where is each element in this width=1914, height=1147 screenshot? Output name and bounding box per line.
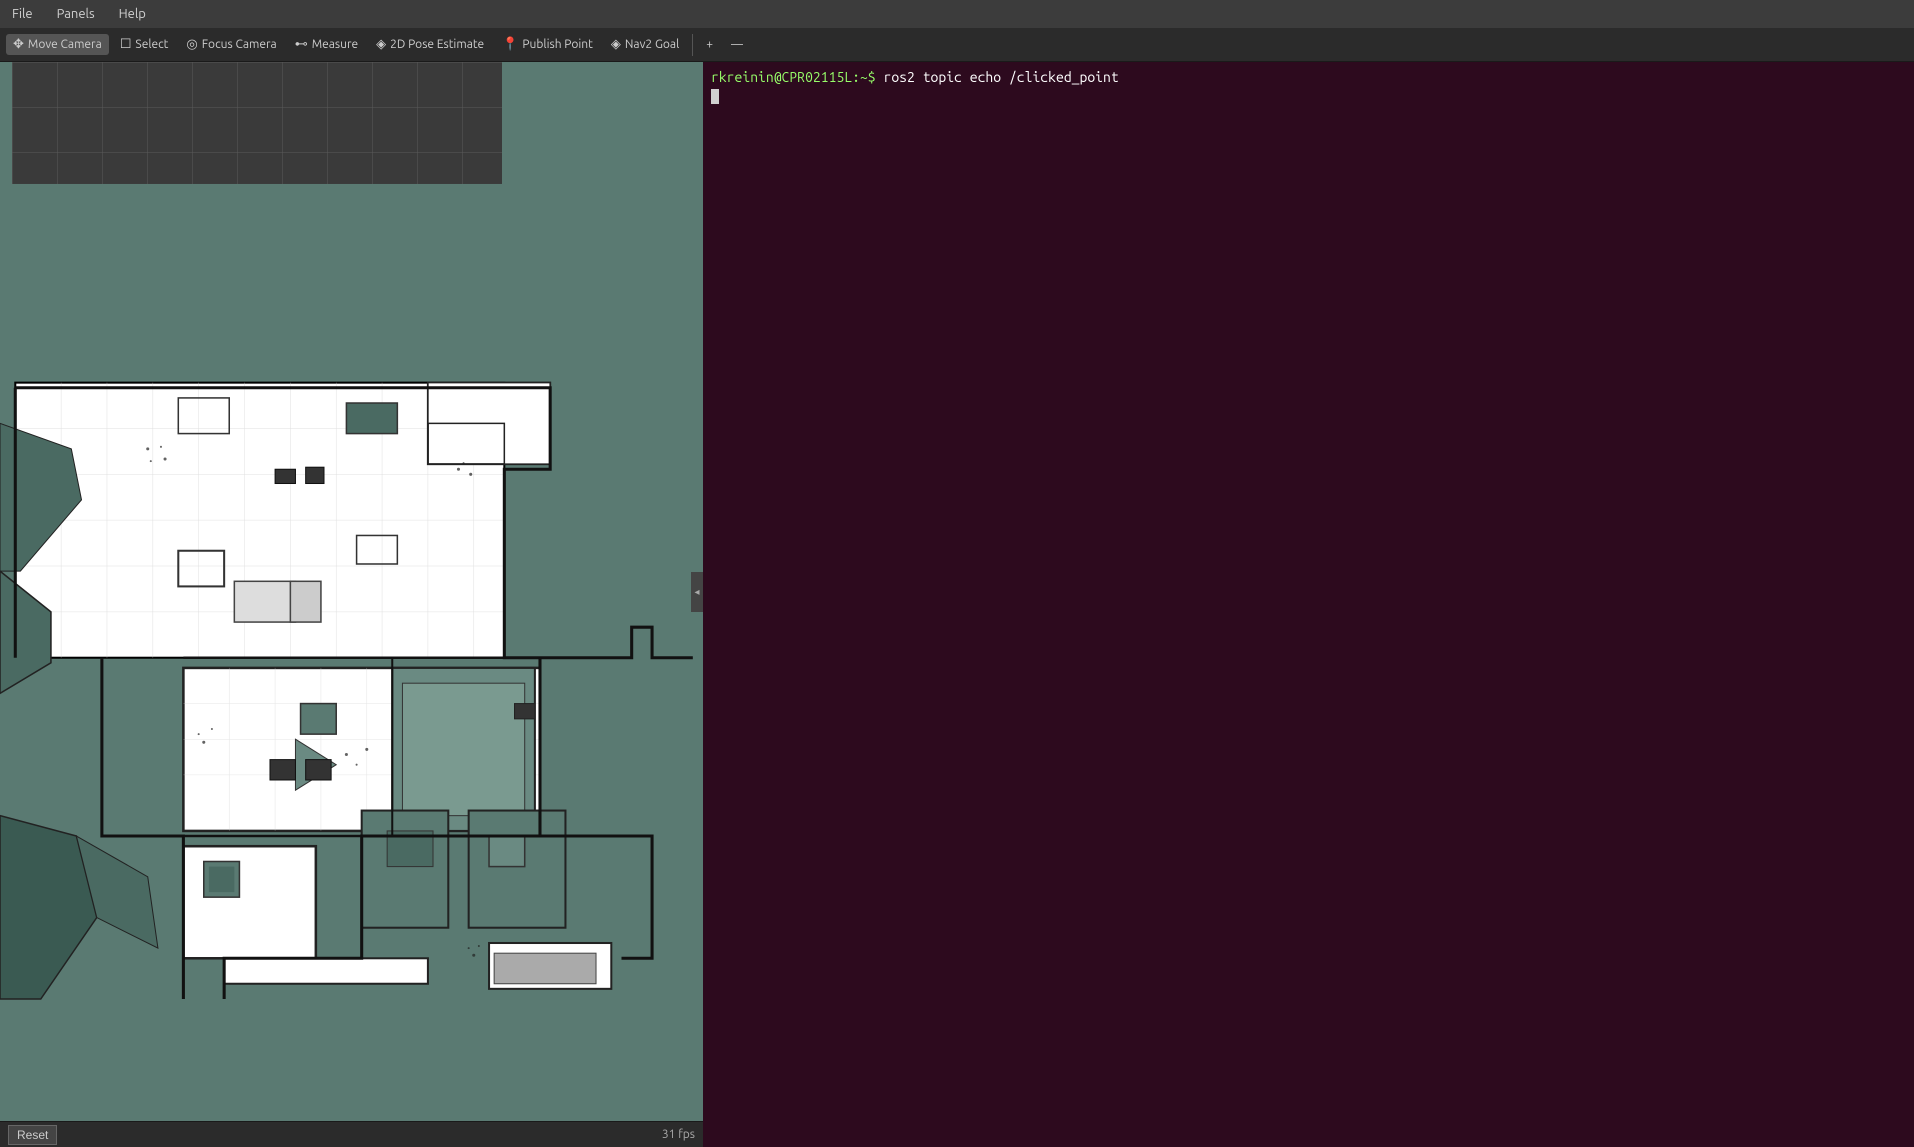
add-icon: + — [706, 38, 713, 51]
publish-point-label: Publish Point — [522, 38, 592, 51]
pose-estimate-icon: ◈ — [376, 37, 386, 52]
menubar: File Panels Help — [0, 0, 1914, 28]
toolbar-measure[interactable]: ⊷ Measure — [288, 34, 365, 55]
toolbar-publish-point[interactable]: 📍 Publish Point — [495, 34, 600, 55]
terminal-command: ros2 topic echo /clicked_point — [884, 69, 1119, 85]
toolbar-add[interactable]: + — [699, 35, 720, 54]
select-label: Select — [135, 38, 168, 51]
minus-icon: — — [731, 38, 743, 51]
terminal-cursor — [711, 89, 719, 104]
terminal-user: rkreinin@CPR02115L — [711, 69, 852, 85]
floor-plan-svg — [0, 62, 703, 1121]
toolbar-move-camera[interactable]: ✥ Move Camera — [6, 34, 109, 55]
toolbar-nav2-goal[interactable]: ◈ Nav2 Goal — [604, 34, 686, 55]
pose-estimate-label: 2D Pose Estimate — [390, 38, 484, 51]
toolbar-focus-camera[interactable]: ◎ Focus Camera — [179, 34, 283, 55]
toolbar: ✥ Move Camera ☐ Select ◎ Focus Camera ⊷ … — [0, 28, 1914, 62]
nav2-goal-icon: ◈ — [611, 37, 621, 52]
publish-point-icon: 📍 — [502, 37, 518, 52]
measure-icon: ⊷ — [295, 37, 308, 52]
fps-counter: 31 fps — [662, 1128, 695, 1141]
terminal-panel[interactable]: rkreinin@CPR02115L:~$ ros2 topic echo /c… — [703, 62, 1914, 1147]
main-content: ◂ Reset 31 fps rkreinin@CPR02115L:~$ ros… — [0, 62, 1914, 1147]
select-icon: ☐ — [120, 37, 132, 52]
move-camera-label: Move Camera — [28, 38, 102, 51]
menu-panels[interactable]: Panels — [53, 5, 99, 23]
rviz-panel: ◂ Reset 31 fps — [0, 62, 703, 1147]
toolbar-select[interactable]: ☐ Select — [113, 34, 176, 55]
menu-help[interactable]: Help — [115, 5, 150, 23]
rviz-viewport[interactable]: ◂ — [0, 62, 703, 1121]
rviz-statusbar: Reset 31 fps — [0, 1121, 703, 1147]
toolbar-minus[interactable]: — — [724, 35, 750, 54]
measure-label: Measure — [312, 38, 358, 51]
nav2-goal-label: Nav2 Goal — [625, 38, 679, 51]
focus-camera-label: Focus Camera — [202, 38, 277, 51]
focus-camera-icon: ◎ — [186, 37, 197, 52]
toolbar-pose-estimate[interactable]: ◈ 2D Pose Estimate — [369, 34, 491, 55]
toolbar-separator — [692, 34, 693, 56]
menu-file[interactable]: File — [8, 5, 37, 23]
terminal-prompt: rkreinin@CPR02115L:~$ ros2 topic echo /c… — [711, 69, 1119, 85]
collapse-handle[interactable]: ◂ — [691, 572, 703, 612]
move-camera-icon: ✥ — [13, 37, 24, 52]
reset-button[interactable]: Reset — [8, 1125, 57, 1145]
